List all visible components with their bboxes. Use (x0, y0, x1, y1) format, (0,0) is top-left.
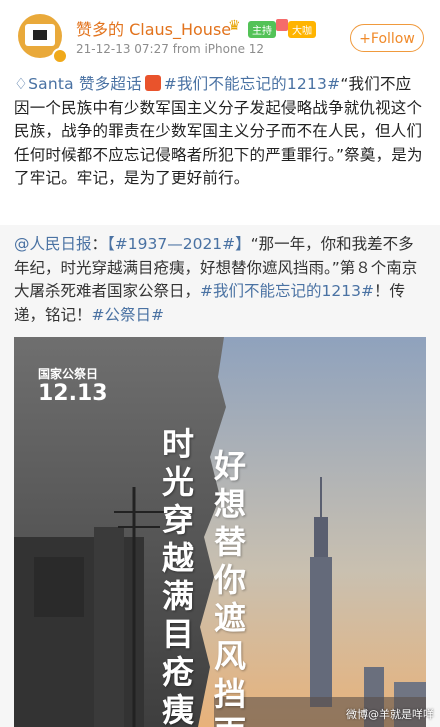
watermark: 微博@羊就是咩咩 (346, 708, 434, 721)
repost-hashtag-2[interactable]: #我们不能忘记的1213# (200, 282, 374, 300)
post-hashtag-link[interactable]: #我们不能忘记的1213# (164, 75, 341, 93)
follow-button[interactable]: +Follow (350, 24, 424, 52)
post-meta: 21-12-13 07:27 from iPhone 12 (76, 42, 264, 56)
poster-line-1: 时光穿越满目疮痍 (162, 425, 195, 727)
post-header: 赞多的 Claus_House ♛ 主持 大咖 21-12-13 07:27 f… (0, 0, 440, 66)
repost-text: @人民日报：【#1937—2021#】“那一年，你和我差不多年纪，时光穿越满目疮… (14, 235, 418, 324)
fire-icon (144, 75, 161, 91)
poster-image[interactable]: 国家公祭日 12.13 时光穿越满目疮痍 好想替你遮风挡雨 (14, 337, 426, 727)
flag-badge-icon (276, 19, 288, 31)
repost-card[interactable]: @人民日报：【#1937—2021#】“那一年，你和我差不多年纪，时光穿越满目疮… (0, 225, 440, 727)
poster-line-2: 好想替你遮风挡雨 (214, 447, 247, 727)
post-body: ♢Santa 赞多超话 #我们不能忘记的1213#“我们不应因一个民族中有少数军国… (14, 73, 426, 191)
vip-badge: 大咖 (288, 21, 316, 38)
diamond-icon: ♢ (14, 75, 29, 93)
post-timestamp: 21-12-13 07:27 (76, 42, 169, 56)
crown-icon: ♛ (228, 18, 241, 34)
verified-badge-icon (52, 48, 68, 64)
repost-hashtag-1[interactable]: 【#1937—2021#】 (107, 235, 251, 253)
post-source: from iPhone 12 (172, 42, 265, 56)
super-topic-link[interactable]: Santa 赞多超话 (28, 75, 142, 93)
repost-hashtag-3[interactable]: #公祭日# (92, 306, 164, 324)
poster-date-label: 国家公祭日 (38, 367, 99, 381)
user-name[interactable]: 赞多的 Claus_House (76, 16, 231, 40)
poster-date: 12.13 (38, 381, 108, 406)
avatar-logo-icon (25, 24, 55, 46)
repost-source-link[interactable]: @人民日报 (14, 235, 92, 253)
host-badge: 主持 (248, 21, 276, 38)
